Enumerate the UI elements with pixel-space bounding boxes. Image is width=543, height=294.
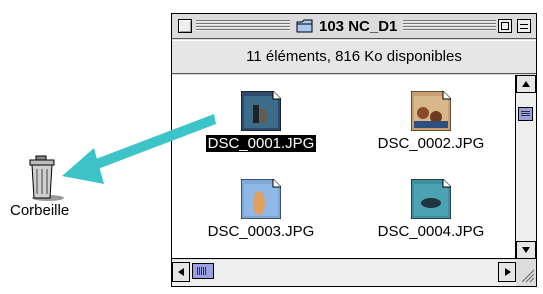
vertical-scrollbar[interactable]: [516, 75, 536, 259]
folder-icon: [296, 19, 313, 33]
scroll-up-arrow-icon[interactable]: [516, 75, 536, 93]
horizontal-scroll-thumb[interactable]: [192, 263, 214, 279]
trash-icon: [29, 155, 64, 201]
file-item[interactable]: DSC_0001.JPG: [176, 91, 346, 171]
window-title: 103 NC_D1: [290, 15, 404, 37]
file-name: DSC_0001.JPG: [205, 135, 317, 152]
jpeg-file-icon: [411, 179, 451, 219]
scroll-left-arrow-icon[interactable]: [172, 262, 190, 282]
scroll-right-arrow-icon[interactable]: [498, 262, 516, 282]
close-box-icon[interactable]: [178, 19, 192, 33]
file-item[interactable]: DSC_0004.JPG: [346, 179, 515, 258]
jpeg-file-icon: [241, 179, 281, 219]
file-name: DSC_0004.JPG: [377, 223, 485, 240]
finder-window: 103 NC_D1 11 éléments, 816 Ko disponible…: [171, 13, 537, 287]
collapse-box-icon[interactable]: [517, 19, 531, 33]
file-list: DSC_0001.JPG DSC_0002.JPG DSC_0003.JPG D…: [172, 75, 516, 259]
file-name: DSC_0003.JPG: [207, 223, 315, 240]
zoom-box-icon[interactable]: [498, 19, 512, 33]
window-info-bar: 11 éléments, 816 Ko disponibles: [172, 40, 536, 74]
grow-box-icon[interactable]: [516, 260, 536, 286]
horizontal-scrollbar[interactable]: [172, 260, 516, 286]
file-item[interactable]: DSC_0003.JPG: [176, 179, 346, 258]
jpeg-file-icon: [411, 91, 451, 131]
scroll-down-arrow-icon[interactable]: [516, 241, 536, 259]
jpeg-file-icon: [241, 91, 281, 131]
trash-label: Corbeille: [10, 202, 70, 219]
title-bar[interactable]: 103 NC_D1: [172, 14, 536, 39]
file-name: DSC_0002.JPG: [377, 135, 485, 152]
trash[interactable]: Corbeille: [4, 150, 94, 230]
file-item[interactable]: DSC_0002.JPG: [346, 91, 515, 171]
vertical-scroll-thumb[interactable]: [518, 107, 533, 121]
window-title-text: 103 NC_D1: [319, 17, 398, 35]
